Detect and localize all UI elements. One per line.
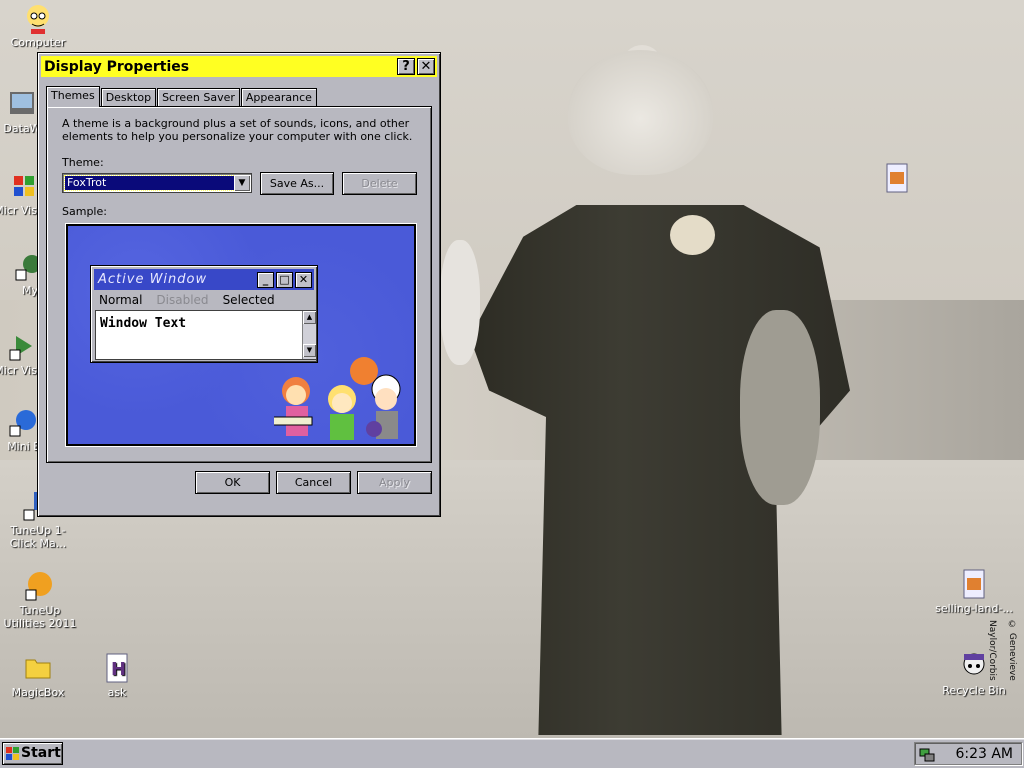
desktop-icon-label: ask (107, 686, 127, 699)
sample-title-bar: Active Window _ □ ✕ (94, 269, 314, 290)
sample-active-window: Active Window _ □ ✕ Normal Disabled Sele… (90, 265, 318, 363)
svg-text:H: H (111, 659, 126, 680)
sample-menu-disabled: Disabled (156, 293, 209, 307)
desktop-icon-label: MagicBox (11, 686, 65, 699)
sample-label: Sample: (62, 205, 107, 218)
wallpaper-figure-hair (670, 215, 715, 255)
desktop-icon-computer[interactable]: Computer (0, 2, 76, 49)
apply-button[interactable]: Apply (357, 471, 432, 494)
image-file-icon (963, 569, 985, 599)
sample-window-text: Window Text (100, 316, 187, 331)
dialog-title-bar[interactable]: Display Properties ? ✕ (41, 56, 437, 77)
windows-logo-icon (6, 747, 19, 760)
scroll-up-icon: ▲ (303, 311, 316, 324)
wallpaper-figure-hat (568, 50, 713, 175)
desktop-icon-image-file[interactable] (859, 162, 935, 196)
browser-icon (9, 410, 36, 437)
close-icon: ✕ (295, 271, 312, 288)
image-file-icon (886, 163, 908, 193)
windows-logo-icon (14, 176, 34, 196)
ok-button[interactable]: OK (195, 471, 270, 494)
save-as-button[interactable]: Save As... (260, 172, 334, 195)
help-button[interactable]: ? (397, 58, 415, 75)
system-tray: 6:23 AM (914, 742, 1022, 765)
theme-dropdown[interactable]: FoxTrot ▼ (62, 173, 252, 193)
start-button[interactable]: Start (2, 742, 63, 765)
taskbar: Start 6:23 AM (0, 738, 1024, 768)
sample-menu-selected: Selected (222, 293, 275, 307)
sample-window-title: Active Window (98, 272, 208, 287)
theme-label: Theme: (62, 156, 104, 169)
tab-screen-saver[interactable]: Screen Saver (157, 88, 240, 107)
document-h-icon: H (106, 653, 128, 683)
tab-appearance[interactable]: Appearance (240, 88, 317, 107)
tuneup-icon (25, 572, 52, 601)
close-button[interactable]: ✕ (417, 58, 435, 75)
desktop-icon-label: Computer (10, 36, 66, 49)
dialog-title: Display Properties (44, 58, 190, 75)
sample-menu-normal: Normal (99, 293, 143, 307)
tab-themes[interactable]: Themes (46, 86, 100, 107)
themes-panel: A theme is a background plus a set of so… (46, 106, 432, 463)
desktop-icon-selling-land[interactable]: selling-land-... (934, 568, 1014, 615)
computer-icon (27, 5, 49, 34)
start-label: Start (21, 745, 61, 761)
app-icon (10, 92, 34, 114)
desktop-icon-label: selling-land-... (935, 602, 1013, 615)
foxtrot-characters-image (274, 357, 401, 440)
theme-dropdown-value: FoxTrot (64, 175, 236, 191)
theme-description: A theme is a background plus a set of so… (62, 117, 413, 143)
cancel-button[interactable]: Cancel (276, 471, 351, 494)
delete-button[interactable]: Delete (342, 172, 417, 195)
sample-menu: Normal Disabled Selected (99, 293, 275, 307)
tab-strip: Themes Desktop Screen Saver Appearance (46, 86, 318, 107)
desktop-icon-tuneup-utilities[interactable]: TuneUp Utilities 2011 (2, 570, 78, 630)
maximize-icon: □ (276, 271, 293, 288)
desktop-icon-magicbox[interactable]: MagicBox (0, 652, 76, 699)
tab-desktop[interactable]: Desktop (100, 88, 157, 107)
clock[interactable]: 6:23 AM (955, 746, 1013, 762)
theme-sample-preview: Active Window _ □ ✕ Normal Disabled Sele… (66, 224, 416, 446)
folder-icon (25, 659, 51, 679)
chevron-down-icon[interactable]: ▼ (234, 175, 250, 191)
network-icon[interactable] (919, 746, 935, 762)
display-properties-dialog: Display Properties ? ✕ Themes Desktop Sc… (37, 52, 441, 517)
minimize-icon: _ (257, 271, 274, 288)
wallpaper-figure-glove-left (440, 240, 480, 365)
wallpaper-figure-glove-right (740, 310, 820, 505)
desktop-icon-ask[interactable]: H ask (79, 652, 155, 699)
desktop-icon-label: TuneUp Utilities 2011 (3, 604, 77, 630)
desktop-icon-label: TuneUp 1-Click Ma... (9, 524, 67, 550)
wallpaper-credit: © Genevieve Naylor/Corbis (987, 620, 1017, 681)
visual-studio-icon (9, 336, 32, 361)
